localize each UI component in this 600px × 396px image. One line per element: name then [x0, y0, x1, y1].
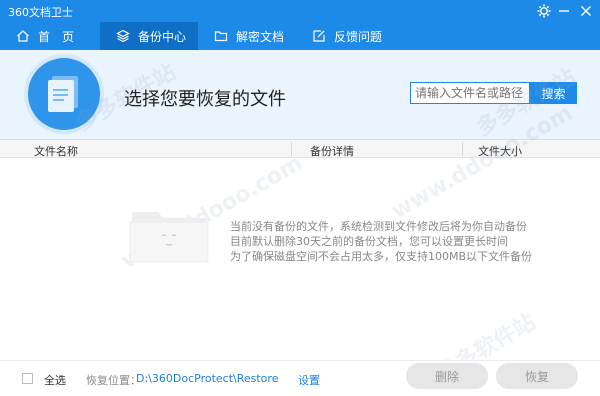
title-bar: 360文档卫士 — [0, 0, 600, 22]
delete-button[interactable]: 删除 — [406, 363, 488, 389]
empty-state-line: 目前默认删除30天之前的备份文档，您可以设置更长时间 — [230, 235, 508, 248]
layers-icon — [116, 29, 130, 43]
edit-icon — [313, 30, 325, 42]
settings-link[interactable]: 设置 — [298, 372, 320, 388]
column-header-file-size[interactable]: 文件大小 — [478, 143, 522, 159]
settings-gear-icon[interactable] — [535, 2, 553, 20]
tab-feedback[interactable]: 反馈问题 — [296, 22, 394, 50]
tab-backup-center-label: 备份中心 — [138, 29, 187, 44]
empty-state-line: 为了确保磁盘空间不会占用太多，仅支持100MB以下文件备份 — [230, 250, 533, 263]
page-title: 选择您要恢复的文件 — [124, 89, 286, 110]
restore-path-link[interactable]: D:\360DocProtect\Restore — [136, 372, 278, 385]
nav-bar: 首 页 备份中心 解密文档 反馈问题 — [0, 22, 600, 50]
tab-home[interactable]: 首 页 — [0, 22, 100, 50]
search-button[interactable]: 搜索 — [530, 82, 577, 104]
column-divider[interactable] — [291, 142, 292, 156]
document-stack-icon — [28, 58, 100, 130]
tab-feedback-label: 反馈问题 — [334, 29, 383, 44]
home-icon — [17, 30, 29, 42]
close-icon[interactable] — [577, 2, 595, 20]
tab-backup-center[interactable]: 备份中心 — [100, 22, 198, 50]
column-divider[interactable] — [462, 142, 463, 156]
search-input[interactable] — [410, 82, 530, 104]
app-title: 360文档卫士 — [8, 6, 73, 19]
empty-folder-icon — [128, 206, 210, 267]
tab-decrypt-docs[interactable]: 解密文档 — [198, 22, 296, 50]
select-all-label[interactable]: 全选 — [44, 372, 66, 388]
minimize-icon[interactable] — [555, 2, 573, 20]
table-header: 文件名称 备份详情 文件大小 — [0, 140, 600, 158]
empty-state-line: 当前没有备份的文件，系统检测到文件修改后将为你自动备份 — [230, 220, 527, 233]
footer-bar: 全选 恢复位置： D:\360DocProtect\Restore 设置 删除 … — [0, 360, 600, 396]
restore-location-label: 恢复位置： — [86, 374, 141, 387]
tab-home-label: 首 页 — [38, 29, 75, 44]
tab-decrypt-docs-label: 解密文档 — [236, 29, 285, 44]
column-header-file-name[interactable]: 文件名称 — [34, 143, 78, 159]
restore-button[interactable]: 恢复 — [496, 363, 578, 389]
select-all-checkbox[interactable] — [22, 373, 33, 384]
column-header-backup-details[interactable]: 备份详情 — [310, 143, 354, 159]
folder-icon — [214, 31, 228, 42]
